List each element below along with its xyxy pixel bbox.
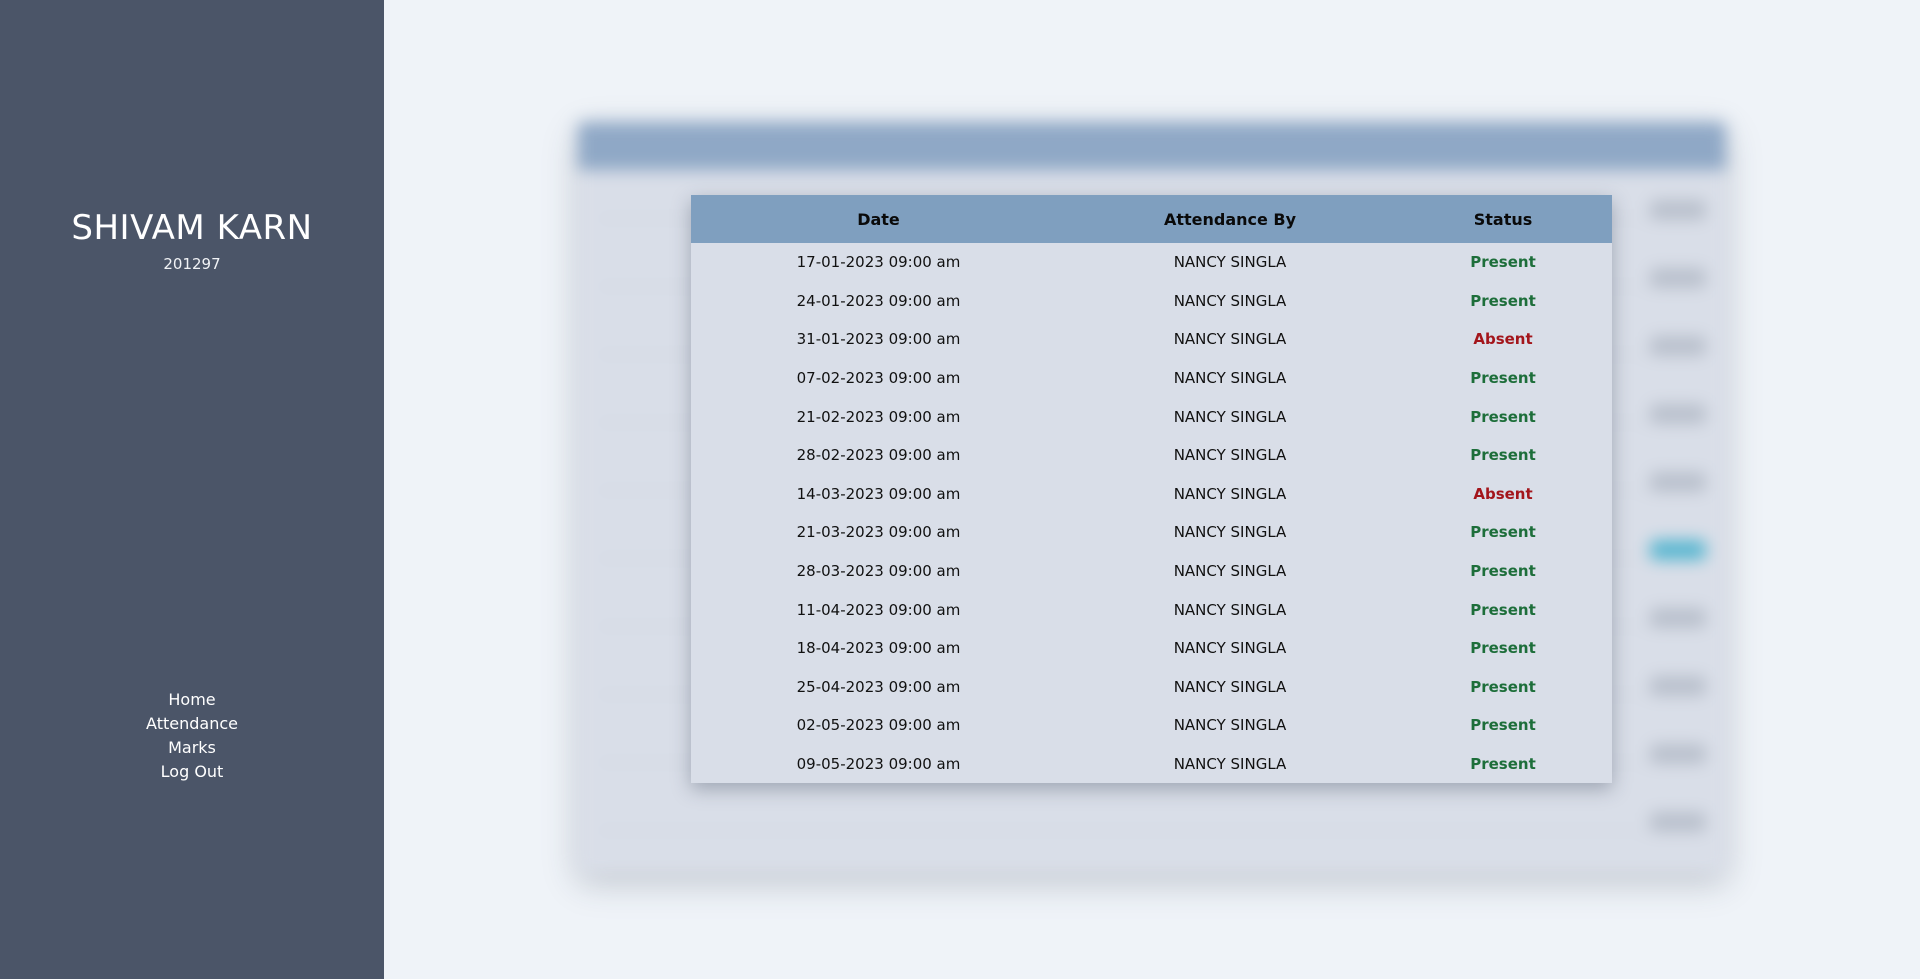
date-cell: 17-01-2023 09:00 am [796,253,961,272]
date-cell: 18-04-2023 09:00 am [796,639,961,658]
header-status: Status [1473,209,1533,229]
status-cell: Present [1470,639,1536,658]
student-name: SHIVAM KARN [71,208,313,248]
table-row: 17-01-2023 09:00 am NANCY SINGLA Present [691,243,1612,282]
table-row: 21-02-2023 09:00 am NANCY SINGLA Present [691,397,1612,436]
table-row: 21-03-2023 09:00 am NANCY SINGLA Present [691,513,1612,552]
status-cell: Present [1470,369,1536,388]
date-cell: 07-02-2023 09:00 am [796,369,961,388]
student-id: 201297 [163,255,221,273]
attendance-by-cell: NANCY SINGLA [1173,484,1287,503]
attendance-by-cell: NANCY SINGLA [1173,369,1287,388]
attendance-by-cell: NANCY SINGLA [1173,291,1287,310]
background-pill [1650,336,1706,356]
attendance-by-cell: NANCY SINGLA [1173,677,1287,696]
background-pill [1650,812,1706,832]
background-pill [1650,472,1706,492]
status-cell: Absent [1473,484,1533,503]
header-attendance-by: Attendance By [1163,209,1297,229]
attendance-by-cell: NANCY SINGLA [1173,407,1287,426]
background-pill [1650,268,1706,288]
status-cell: Present [1470,446,1536,465]
status-cell: Present [1470,291,1536,310]
status-cell: Present [1470,600,1536,619]
attendance-table: Date Attendance By Status 17-01-2023 09:… [691,195,1612,783]
background-pill-highlight [1650,540,1706,560]
background-pill [1650,676,1706,696]
status-cell: Present [1470,716,1536,735]
status-cell: Present [1470,253,1536,272]
attendance-by-cell: NANCY SINGLA [1173,523,1287,542]
attendance-by-cell: NANCY SINGLA [1173,716,1287,735]
table-row: 07-02-2023 09:00 am NANCY SINGLA Present [691,359,1612,398]
date-cell: 11-04-2023 09:00 am [796,600,961,619]
date-cell: 02-05-2023 09:00 am [796,716,961,735]
sidebar: SHIVAM KARN 201297 Home Attendance Marks… [0,0,384,979]
table-row: 28-03-2023 09:00 am NANCY SINGLA Present [691,552,1612,591]
date-cell: 24-01-2023 09:00 am [796,291,961,310]
nav-marks-link[interactable]: Marks [168,736,216,760]
table-row: 31-01-2023 09:00 am NANCY SINGLA Absent [691,320,1612,359]
attendance-table-card: Date Attendance By Status 17-01-2023 09:… [691,195,1612,783]
status-cell: Present [1470,407,1536,426]
background-pill [1650,404,1706,424]
table-row: 11-04-2023 09:00 am NANCY SINGLA Present [691,590,1612,629]
attendance-by-cell: NANCY SINGLA [1173,639,1287,658]
attendance-table-body: 17-01-2023 09:00 am NANCY SINGLA Present 24… [691,243,1612,783]
date-cell: 28-02-2023 09:00 am [796,446,961,465]
status-cell: Absent [1473,330,1533,349]
header-date: Date [857,209,900,229]
table-row: 18-04-2023 09:00 am NANCY SINGLA Present [691,629,1612,668]
background-card-header [578,122,1726,170]
table-row: 09-05-2023 09:00 am NANCY SINGLA Present [691,745,1612,784]
attendance-by-cell: NANCY SINGLA [1173,446,1287,465]
nav-logout-link[interactable]: Log Out [161,760,224,784]
date-cell: 21-03-2023 09:00 am [796,523,961,542]
table-row: 25-04-2023 09:00 am NANCY SINGLA Present [691,668,1612,707]
date-cell: 09-05-2023 09:00 am [796,755,961,774]
date-cell: 14-03-2023 09:00 am [796,484,961,503]
table-row: 24-01-2023 09:00 am NANCY SINGLA Present [691,282,1612,321]
date-cell: 31-01-2023 09:00 am [796,330,961,349]
attendance-by-cell: NANCY SINGLA [1173,600,1287,619]
date-cell: 25-04-2023 09:00 am [796,677,961,696]
status-cell: Present [1470,562,1536,581]
nav-attendance-link[interactable]: Attendance [146,712,238,736]
background-pill [1650,200,1706,220]
status-cell: Present [1470,523,1536,542]
date-cell: 28-03-2023 09:00 am [796,562,961,581]
attendance-by-cell: NANCY SINGLA [1173,755,1287,774]
table-row: 28-02-2023 09:00 am NANCY SINGLA Present [691,436,1612,475]
table-header-row: Date Attendance By Status [691,195,1612,243]
table-row: 02-05-2023 09:00 am NANCY SINGLA Present [691,706,1612,745]
background-row [598,814,1706,831]
attendance-by-cell: NANCY SINGLA [1173,562,1287,581]
status-cell: Present [1470,755,1536,774]
attendance-by-cell: NANCY SINGLA [1173,253,1287,272]
background-pill [1650,744,1706,764]
sidebar-nav: Home Attendance Marks Log Out [0,688,384,784]
attendance-by-cell: NANCY SINGLA [1173,330,1287,349]
nav-home-link[interactable]: Home [168,688,215,712]
background-pill [1650,608,1706,628]
table-row: 14-03-2023 09:00 am NANCY SINGLA Absent [691,475,1612,514]
date-cell: 21-02-2023 09:00 am [796,407,961,426]
status-cell: Present [1470,677,1536,696]
